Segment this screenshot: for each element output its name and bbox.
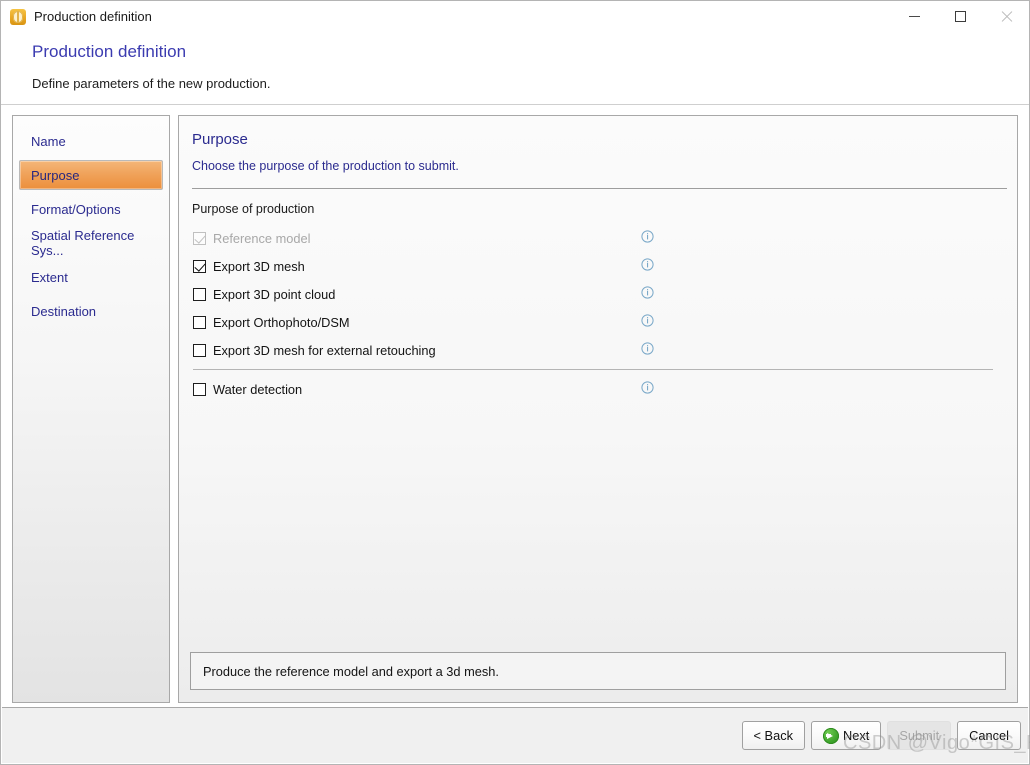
app-globe-icon <box>10 9 26 25</box>
sidebar-item-extent[interactable]: Extent <box>19 262 163 292</box>
close-icon <box>1000 11 1012 23</box>
sidebar-item-purpose[interactable]: Purpose <box>19 160 163 190</box>
wizard-title: Production definition <box>32 40 1029 64</box>
checkbox-export-orthophoto-dsm <box>193 316 206 329</box>
content-header: Purpose Choose the purpose of the produc… <box>179 116 1017 174</box>
sidebar-item-label: Name <box>31 134 66 149</box>
info-icon[interactable] <box>641 381 654 397</box>
next-button[interactable]: Next <box>811 721 881 750</box>
checkbox-export-3d-point-cloud <box>193 288 206 301</box>
submit-button-label: Submit <box>899 728 939 743</box>
window-title: Production definition <box>34 9 152 24</box>
cancel-button[interactable]: Cancel <box>957 721 1021 750</box>
checkbox-export-3d-mesh <box>193 260 206 273</box>
sidebar-item-label: Purpose <box>31 168 79 183</box>
checkbox-reference-model <box>193 232 206 245</box>
back-button[interactable]: < Back <box>742 721 805 750</box>
option-reference-model[interactable]: Reference model <box>193 224 1017 252</box>
content-panel: Purpose Choose the purpose of the produc… <box>178 115 1018 703</box>
cancel-button-label: Cancel <box>969 728 1009 743</box>
option-export-3d-point-cloud[interactable]: Export 3D point cloud <box>193 280 1017 308</box>
checkbox-water-detection <box>193 383 206 396</box>
sidebar-item-spatial-reference-system[interactable]: Spatial Reference Sys... <box>19 228 163 258</box>
summary-text: Produce the reference model and export a… <box>203 664 499 679</box>
maximize-button[interactable] <box>937 1 983 32</box>
option-water-detection[interactable]: Water detection <box>193 375 1017 403</box>
option-label: Export 3D point cloud <box>213 287 335 302</box>
sidebar-item-format-options[interactable]: Format/Options <box>19 194 163 224</box>
option-label: Reference model <box>213 231 310 246</box>
submit-button: Submit <box>887 721 951 750</box>
minimize-icon <box>909 16 920 17</box>
sidebar-item-label: Destination <box>31 304 96 319</box>
page-title: Purpose <box>192 130 1001 150</box>
option-label: Export 3D mesh for external retouching <box>213 343 436 358</box>
sidebar-item-name[interactable]: Name <box>19 126 163 156</box>
maximize-icon <box>955 11 966 22</box>
footer-bar: < Back Next Submit Cancel <box>2 707 1028 763</box>
option-label: Water detection <box>213 382 302 397</box>
next-button-label: Next <box>843 728 869 743</box>
info-icon[interactable] <box>641 230 654 246</box>
info-icon[interactable] <box>641 258 654 274</box>
wizard-subtitle: Define parameters of the new production. <box>32 75 1029 92</box>
purpose-option-list: Reference model Export 3D mesh <box>179 216 1017 403</box>
sidebar-item-label: Format/Options <box>31 202 121 217</box>
page-description: Choose the purpose of the production to … <box>192 158 1001 174</box>
window-controls <box>891 1 1029 32</box>
sidebar-item-destination[interactable]: Destination <box>19 296 163 326</box>
green-next-arrow-icon <box>823 728 839 744</box>
option-export-orthophoto-dsm[interactable]: Export Orthophoto/DSM <box>193 308 1017 336</box>
wizard-header: Production definition Define parameters … <box>1 32 1029 105</box>
sidebar-item-label: Extent <box>31 270 68 285</box>
info-icon[interactable] <box>641 286 654 302</box>
info-icon[interactable] <box>641 314 654 330</box>
option-export-3d-mesh[interactable]: Export 3D mesh <box>193 252 1017 280</box>
back-button-label: < Back <box>754 728 793 743</box>
checkbox-export-3d-mesh-external-retouching <box>193 344 206 357</box>
sidebar-item-label: Spatial Reference Sys... <box>31 228 162 258</box>
wizard-step-list: Name Purpose Format/Options Spatial Refe… <box>12 115 170 703</box>
option-label: Export Orthophoto/DSM <box>213 315 350 330</box>
title-bar: Production definition <box>1 1 1029 32</box>
summary-box: Produce the reference model and export a… <box>190 652 1006 690</box>
close-button[interactable] <box>983 1 1029 32</box>
option-group-divider <box>193 369 993 370</box>
section-label: Purpose of production <box>179 189 1017 216</box>
wizard-body: Name Purpose Format/Options Spatial Refe… <box>1 105 1029 700</box>
option-export-3d-mesh-external-retouching[interactable]: Export 3D mesh for external retouching <box>193 336 1017 364</box>
application-window: Production definition Production definit… <box>0 0 1030 765</box>
option-label: Export 3D mesh <box>213 259 305 274</box>
minimize-button[interactable] <box>891 1 937 32</box>
info-icon[interactable] <box>641 342 654 358</box>
